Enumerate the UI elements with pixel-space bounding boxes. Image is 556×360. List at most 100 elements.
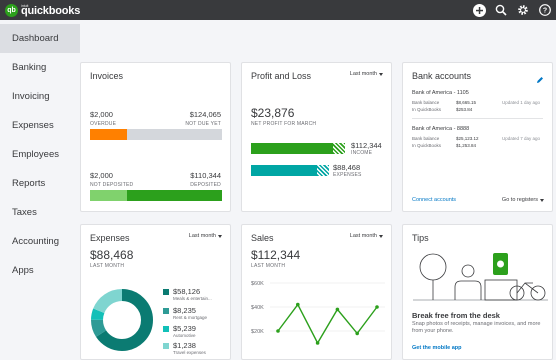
- sales-data-point[interactable]: [355, 331, 359, 336]
- nav-apps[interactable]: Apps: [0, 256, 80, 285]
- legend-category-4: Travel expenses: [173, 350, 206, 355]
- expenses-bar[interactable]: [251, 165, 317, 176]
- legend-swatch-4: [163, 343, 169, 349]
- pencil-icon[interactable]: [536, 71, 544, 89]
- tip-text: Snap photos of receipts, manage invoices…: [412, 321, 541, 334]
- net-profit-amount: $23,876: [251, 106, 295, 120]
- get-mobile-app-link[interactable]: Get the mobile app: [412, 345, 462, 351]
- profit-loss-period-label: Last month: [349, 71, 377, 77]
- quickbooks-logo[interactable]: qb intuit quickbooks: [5, 2, 80, 18]
- legend-item-rent[interactable]: $8,235 Rent & mortgage: [163, 307, 207, 321]
- nav-taxes[interactable]: Taxes: [0, 198, 80, 227]
- income-label: INCOME: [351, 150, 373, 156]
- account-updated-1: Updated 1 day ago: [501, 100, 540, 105]
- sales-data-point[interactable]: [296, 302, 300, 307]
- not-deposited-amount: $2,000: [90, 171, 113, 180]
- sales-data-point[interactable]: [375, 305, 379, 309]
- account-name-2[interactable]: Bank of America - 8888: [412, 126, 469, 132]
- help-icon[interactable]: ?: [538, 3, 552, 17]
- tips-card[interactable]: Tips Break free from the desk Snap photo…: [402, 224, 553, 360]
- deposited-bar[interactable]: [127, 190, 222, 201]
- sales-line-chart[interactable]: $60K $40K $20K: [242, 273, 393, 360]
- expenses-period-label: Last month: [188, 233, 216, 239]
- invoices-title: Invoices: [90, 71, 124, 81]
- invoices-card[interactable]: Invoices $2,000 OVERDUE $124,065 NOT DUE…: [80, 62, 231, 212]
- expenses-card[interactable]: Expenses Last month $88,468 LAST MONTH $…: [80, 224, 231, 360]
- overdue-bar[interactable]: [90, 129, 127, 140]
- gear-icon[interactable]: [516, 3, 530, 17]
- sales-data-point[interactable]: [315, 341, 320, 345]
- nav-expenses[interactable]: Expenses: [0, 111, 80, 140]
- legend-amount-2: $8,235: [173, 306, 196, 315]
- account-bank-value-1: $8,665.15: [456, 100, 477, 105]
- plus-icon[interactable]: [472, 3, 486, 17]
- legend-amount-3: $5,239: [173, 324, 196, 333]
- mobile-app-illustration: [413, 245, 548, 310]
- chevron-down-icon: [540, 198, 544, 202]
- expenses-amount: $88,468: [90, 248, 134, 262]
- profit-loss-period[interactable]: Last month: [350, 71, 383, 77]
- sales-title: Sales: [251, 233, 274, 243]
- connect-accounts-link[interactable]: Connect accounts: [412, 197, 456, 203]
- deposited-amount: $110,344: [190, 171, 221, 180]
- chevron-down-icon: [379, 234, 383, 238]
- income-bar-hatch: [333, 143, 345, 154]
- sales-series-line: [277, 303, 378, 345]
- sales-card[interactable]: Sales Last month $112,344 LAST MONTH $60…: [241, 224, 392, 360]
- profit-loss-card[interactable]: Profit and Loss Last month $23,876 NET P…: [241, 62, 392, 212]
- deposited-label: DEPOSITED: [190, 182, 221, 188]
- sales-sub: LAST MONTH: [251, 263, 286, 269]
- legend-swatch-1: [163, 289, 169, 295]
- legend-item-meals[interactable]: $58,126 Meals & entertain...: [163, 288, 212, 302]
- account-updated-2: Updated 7 day ago: [501, 136, 540, 141]
- account-qb-label-1: In QuickBooks: [412, 107, 442, 112]
- y-tick-label: $20K: [251, 329, 264, 335]
- legend-category-1: Meals & entertain...: [173, 296, 212, 301]
- search-icon[interactable]: [494, 3, 508, 17]
- nav-accounting[interactable]: Accounting: [0, 227, 80, 256]
- legend-item-travel[interactable]: $1,238 Travel expenses: [163, 342, 206, 356]
- legend-swatch-2: [163, 308, 169, 314]
- expenses-donut-chart[interactable]: [89, 287, 155, 353]
- sales-period[interactable]: Last month: [350, 233, 383, 239]
- svg-text:?: ?: [543, 8, 547, 15]
- account-bank-label-1: Bank balance: [412, 100, 440, 105]
- quickbooks-logo-mark: qb: [5, 3, 18, 17]
- sales-data-point[interactable]: [276, 329, 280, 333]
- income-bar[interactable]: [251, 143, 333, 154]
- legend-category-3: Automotive: [173, 333, 196, 338]
- expenses-title: Expenses: [90, 233, 130, 243]
- account-qb-label-2: In QuickBooks: [412, 143, 442, 148]
- not-deposited-bar[interactable]: [90, 190, 127, 201]
- net-profit-label: NET PROFIT FOR MARCH: [251, 121, 317, 127]
- chevron-down-icon: [218, 234, 222, 238]
- account-name-1[interactable]: Bank of America - 1105: [412, 90, 469, 96]
- legend-item-automotive[interactable]: $5,239 Automotive: [163, 325, 196, 339]
- account-divider: [412, 118, 543, 119]
- nav-invoicing[interactable]: Invoicing: [0, 82, 80, 111]
- nav-dashboard[interactable]: Dashboard: [0, 24, 80, 53]
- expenses-bar-hatch: [317, 165, 329, 176]
- nav-banking[interactable]: Banking: [0, 53, 80, 82]
- not-deposited-label: NOT DEPOSITED: [90, 182, 134, 188]
- legend-swatch-3: [163, 326, 169, 332]
- expenses-sub: LAST MONTH: [90, 263, 125, 269]
- chevron-down-icon: [379, 72, 383, 76]
- legend-category-2: Rent & mortgage: [173, 315, 208, 320]
- expenses-period[interactable]: Last month: [189, 233, 222, 239]
- account-qb-value-1: $253.84: [456, 107, 473, 112]
- income-amount: $112,344: [351, 141, 382, 150]
- overdue-label: OVERDUE: [90, 121, 117, 127]
- y-tick-label: $40K: [251, 305, 264, 311]
- sidebar: Dashboard Banking Invoicing Expenses Emp…: [0, 20, 80, 360]
- y-tick-label: $60K: [251, 281, 264, 287]
- brand-quickbooks: quickbooks: [21, 5, 81, 17]
- not-due-bar[interactable]: [127, 129, 222, 140]
- sales-data-point[interactable]: [335, 307, 340, 312]
- nav-employees[interactable]: Employees: [0, 140, 80, 169]
- go-to-registers[interactable]: Go to registers: [502, 197, 544, 203]
- nav-reports[interactable]: Reports: [0, 169, 80, 198]
- bank-accounts-card[interactable]: Bank accounts Bank of America - 1105 Ban…: [402, 62, 553, 212]
- account-bank-label-2: Bank balance: [412, 136, 440, 141]
- go-to-registers-label: Go to registers: [501, 197, 538, 203]
